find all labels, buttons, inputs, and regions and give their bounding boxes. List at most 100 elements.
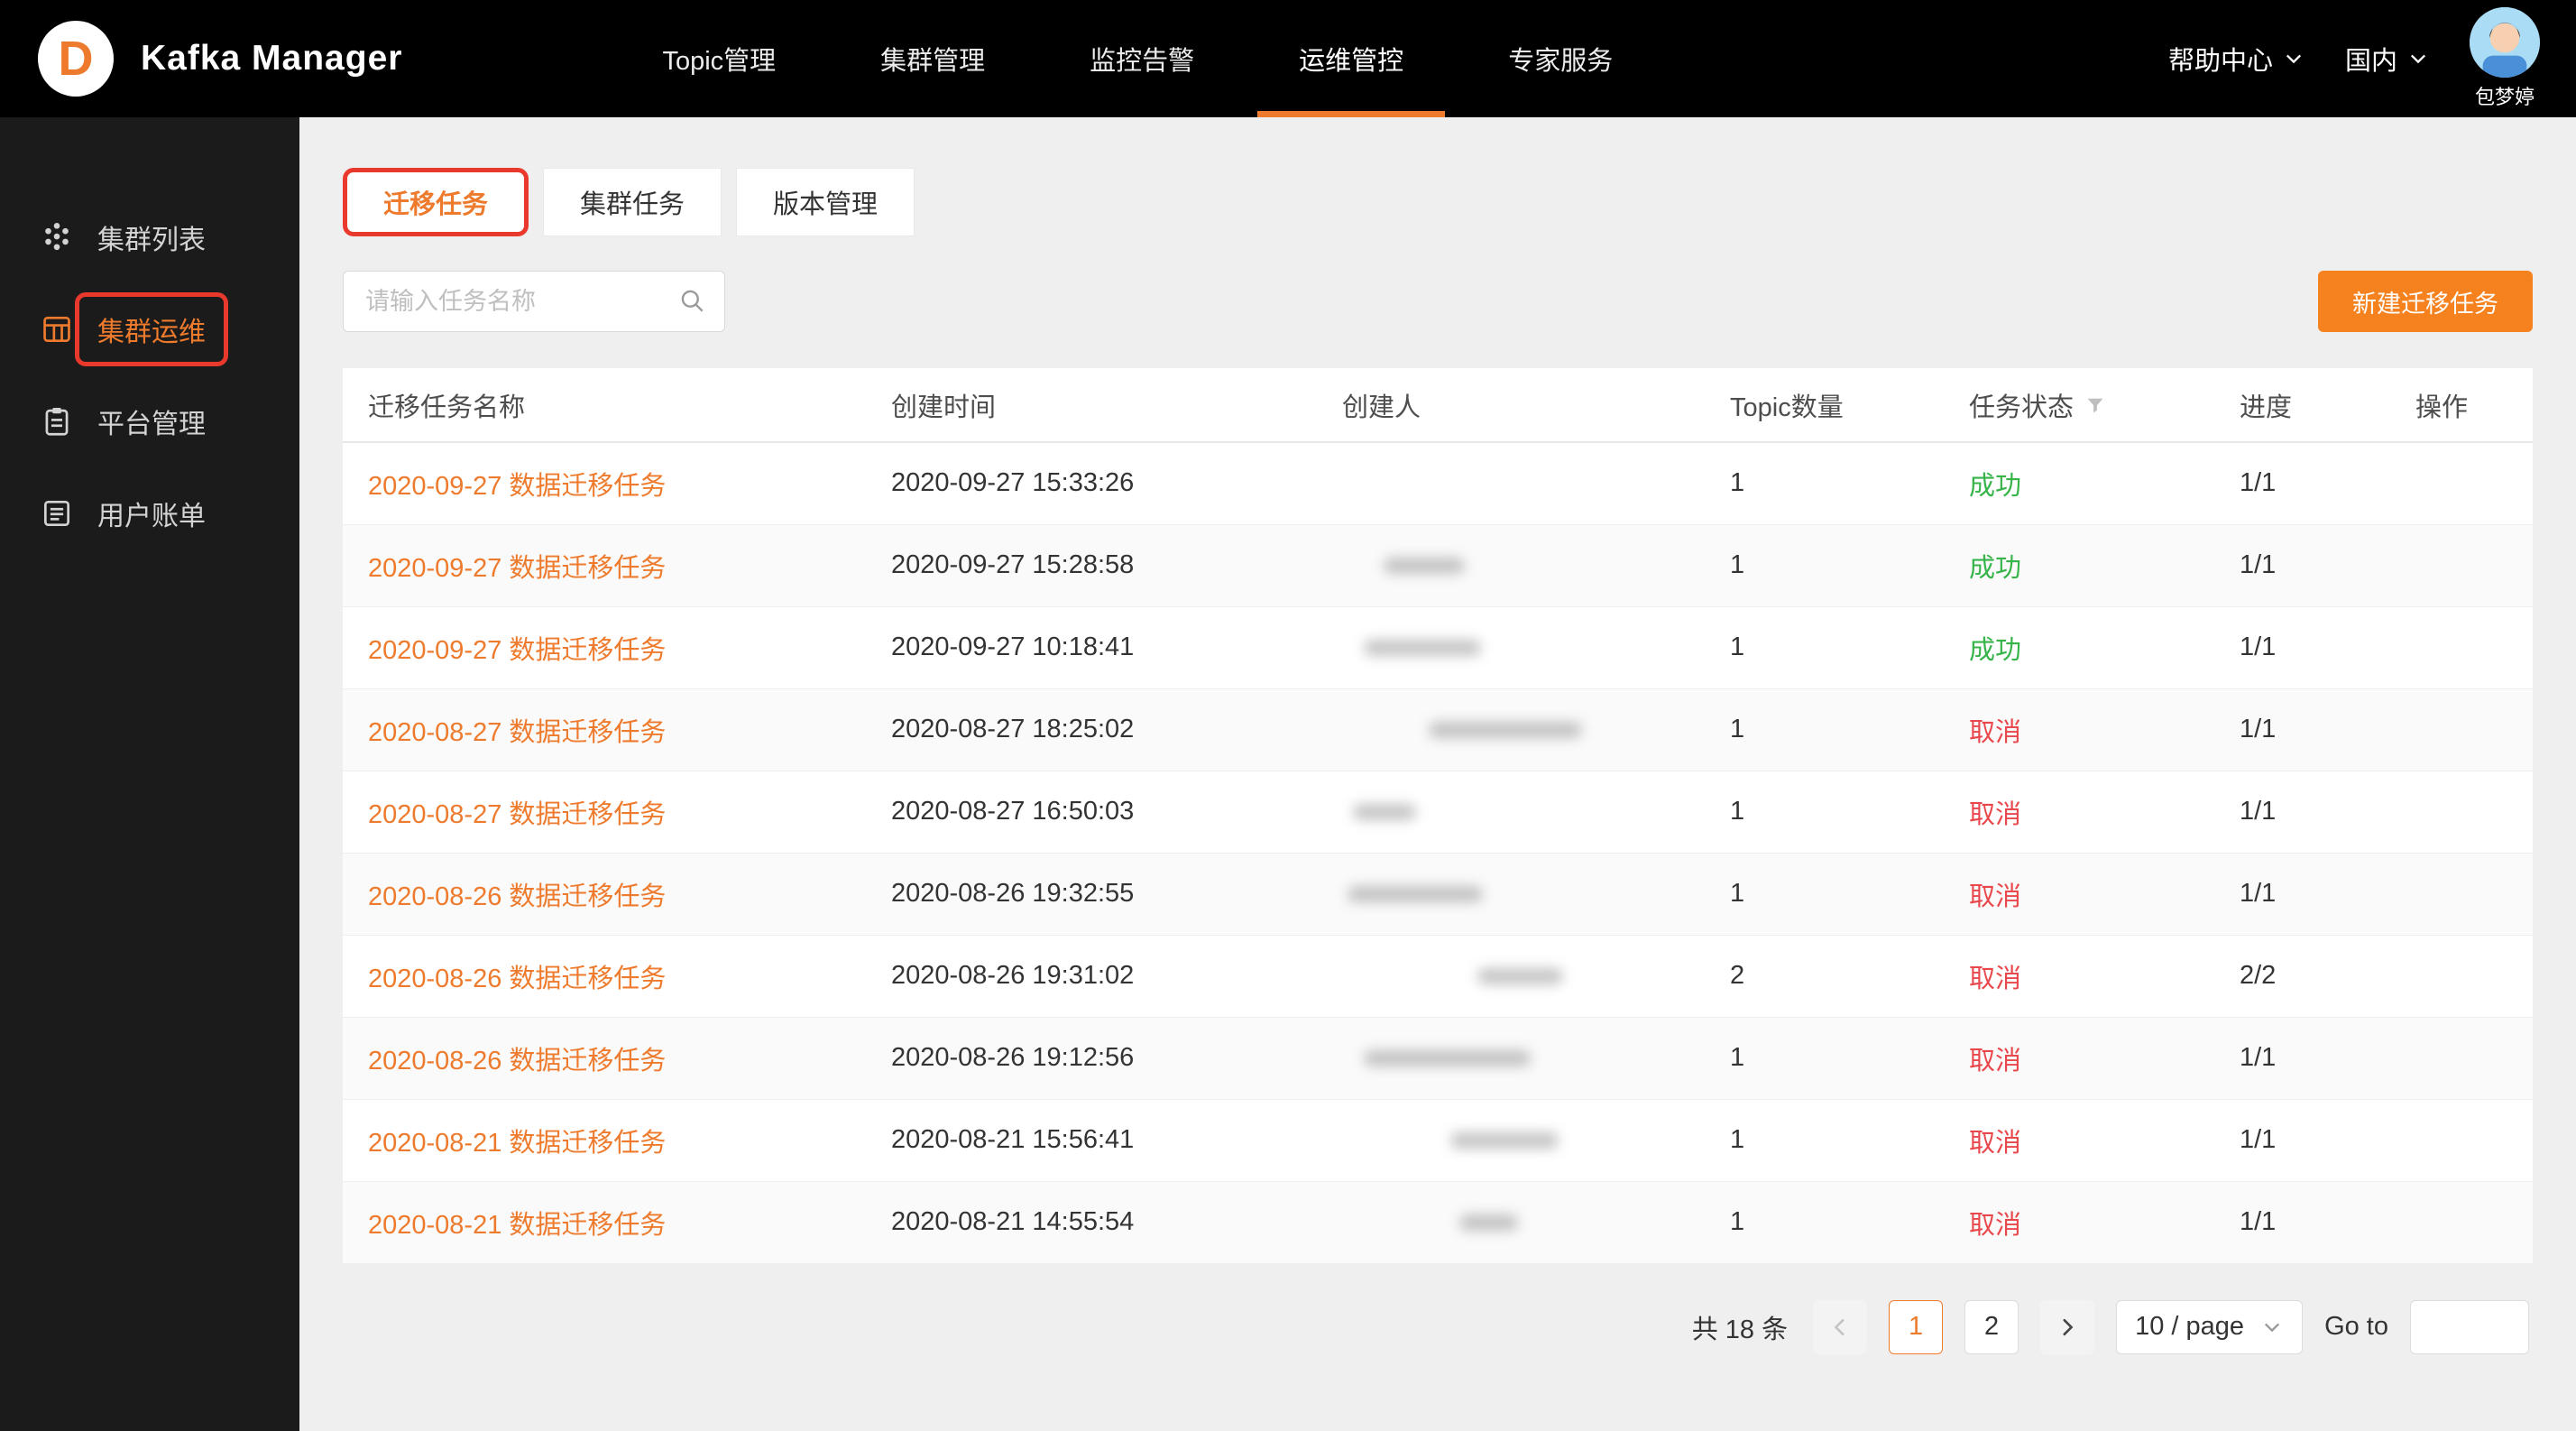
pagination: 共 18 条 1 2 10 / page Go to [343,1264,2533,1354]
chevron-down-icon [2260,1316,2284,1339]
col-creator: 创建人 [1317,368,1705,442]
created-time: 2020-08-26 19:32:55 [866,853,1317,935]
created-time: 2020-08-21 14:55:54 [866,1181,1317,1263]
sidebar-item-label: 用户账单 [97,494,206,533]
task-name-link[interactable]: 2020-08-21 数据迁移任务 [343,1181,866,1263]
nav-topic-management[interactable]: Topic管理 [610,0,828,117]
status-text: 取消 [1944,853,2214,935]
tab-cluster-tasks[interactable]: 集群任务 [543,168,722,236]
status-text: 取消 [1944,935,2214,1017]
task-name-link[interactable]: 2020-08-27 数据迁移任务 [343,771,866,853]
table-row: 2020-09-27 数据迁移任务 2020-09-27 15:33:26 1 … [343,442,2533,524]
col-created-time: 创建时间 [866,368,1317,442]
status-text: 取消 [1944,1099,2214,1181]
task-name-link[interactable]: 2020-08-26 数据迁移任务 [343,935,866,1017]
sidebar-item-user-billing[interactable]: 用户账单 [0,467,299,559]
cluster-dots-icon [40,220,74,254]
progress-text: 1/1 [2214,1181,2390,1263]
sidebar-item-cluster-list[interactable]: 集群列表 [0,191,299,283]
progress-text: 1/1 [2214,442,2390,524]
help-center-menu[interactable]: 帮助中心 [2168,40,2305,78]
status-text: 成功 [1944,606,2214,688]
create-migration-task-button[interactable]: 新建迁移任务 [2318,271,2533,332]
tab-migration-tasks[interactable]: 迁移任务 [343,168,529,236]
task-name-link[interactable]: 2020-08-26 数据迁移任务 [343,1017,866,1099]
task-name-link[interactable]: 2020-08-21 数据迁移任务 [343,1099,866,1181]
page-size-select[interactable]: 10 / page [2116,1300,2303,1354]
toolbar: 新建迁移任务 [343,271,2533,332]
chevron-down-icon [2406,47,2430,70]
filter-icon[interactable] [2084,394,2106,416]
search-icon[interactable] [678,287,707,316]
ops-cell [2390,606,2533,688]
task-name-link[interactable]: 2020-08-27 数据迁移任务 [343,688,866,771]
task-name-link[interactable]: 2020-09-27 数据迁移任务 [343,606,866,688]
created-time: 2020-09-27 15:28:58 [866,524,1317,606]
created-time: 2020-08-27 18:25:02 [866,688,1317,771]
user-name: 包梦婷 [2475,81,2535,110]
created-time: 2020-08-21 15:56:41 [866,1099,1317,1181]
table-row: 2020-08-26 数据迁移任务 2020-08-26 19:12:56 1 … [343,1017,2533,1099]
user-menu[interactable]: 包梦婷 [2470,7,2540,110]
tab-version-management[interactable]: 版本管理 [736,168,915,236]
table-header-row: 迁移任务名称 创建时间 创建人 Topic数量 任务状态 进度 操作 [343,368,2533,442]
redacted-creator [1429,722,1582,738]
creator-cell [1317,1017,1705,1099]
progress-text: 1/1 [2214,771,2390,853]
col-operations: 操作 [2390,368,2533,442]
progress-text: 1/1 [2214,606,2390,688]
redacted-creator [1364,640,1481,656]
next-page-button[interactable] [2040,1300,2094,1354]
page-button-1[interactable]: 1 [1889,1300,1943,1354]
topic-count: 1 [1705,1181,1944,1263]
progress-text: 1/1 [2214,1099,2390,1181]
task-name-link[interactable]: 2020-09-27 数据迁移任务 [343,442,866,524]
ops-cell [2390,1181,2533,1263]
col-task-status: 任务状态 [1944,368,2214,442]
prev-page-button[interactable] [1813,1300,1867,1354]
page-button-2[interactable]: 2 [1964,1300,2019,1354]
created-time: 2020-08-27 16:50:03 [866,771,1317,853]
nav-expert-service[interactable]: 专家服务 [1456,0,1665,117]
region-label: 国内 [2345,40,2397,78]
search-input[interactable] [343,271,725,332]
sidebar-item-platform-management[interactable]: 平台管理 [0,375,299,467]
task-name-link[interactable]: 2020-08-26 数据迁移任务 [343,853,866,935]
region-selector[interactable]: 国内 [2345,40,2430,78]
goto-page-input[interactable] [2410,1300,2529,1354]
nav-monitor-alert[interactable]: 监控告警 [1037,0,1247,117]
top-nav: Topic管理 集群管理 监控告警 运维管控 专家服务 [610,0,1665,117]
topic-count: 1 [1705,442,1944,524]
status-text: 取消 [1944,688,2214,771]
nav-ops-control[interactable]: 运维管控 [1247,0,1456,117]
chevron-left-icon [1828,1316,1852,1339]
sidebar-item-label: 平台管理 [97,402,206,441]
topic-count: 1 [1705,524,1944,606]
ops-cell [2390,935,2533,1017]
ops-cell [2390,1099,2533,1181]
status-text: 取消 [1944,1181,2214,1263]
table-row: 2020-08-26 数据迁移任务 2020-08-26 19:32:55 1 … [343,853,2533,935]
total-count-text: 共 18 条 [1692,1308,1788,1346]
topic-count: 1 [1705,606,1944,688]
task-name-link[interactable]: 2020-09-27 数据迁移任务 [343,524,866,606]
goto-label: Go to [2324,1312,2388,1342]
top-header: D Kafka Manager Topic管理 集群管理 监控告警 运维管控 专… [0,0,2576,117]
help-center-label: 帮助中心 [2168,40,2273,78]
status-text: 取消 [1944,771,2214,853]
topic-count: 2 [1705,935,1944,1017]
nav-cluster-management[interactable]: 集群管理 [828,0,1037,117]
chevron-right-icon [2056,1316,2079,1339]
created-time: 2020-09-27 10:18:41 [866,606,1317,688]
redacted-creator [1384,558,1465,574]
created-time: 2020-09-27 15:33:26 [866,442,1317,524]
topic-count: 1 [1705,771,1944,853]
sidebar-item-cluster-ops[interactable]: 集群运维 [0,283,299,375]
creator-cell [1317,853,1705,935]
app-title: Kafka Manager [141,39,402,78]
created-time: 2020-08-26 19:12:56 [866,1017,1317,1099]
redacted-creator [1364,1050,1531,1066]
col-topic-count: Topic数量 [1705,368,1944,442]
topic-count: 1 [1705,1099,1944,1181]
sidebar-item-label: 集群列表 [97,217,206,257]
